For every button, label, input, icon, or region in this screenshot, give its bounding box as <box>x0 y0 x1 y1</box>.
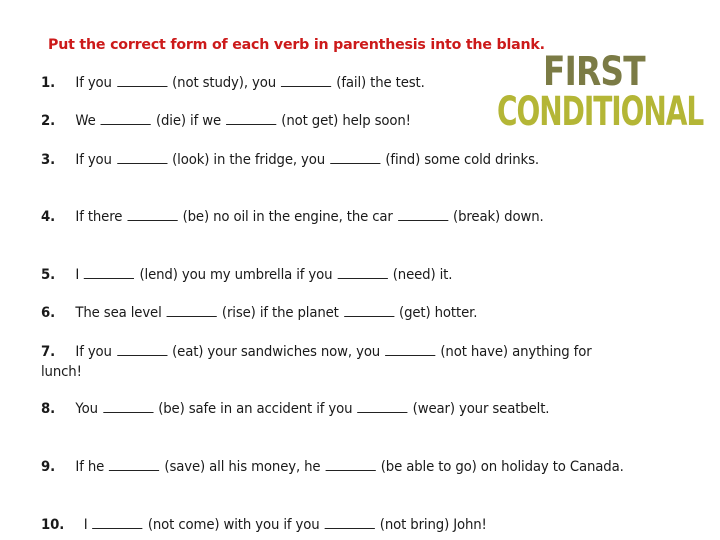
answer-blank[interactable] <box>337 266 388 279</box>
exercise-3: 3. If you (look) in the fridge, you (find… <box>41 151 599 171</box>
exercise-text-mid: (not study), you <box>172 75 277 91</box>
exercise-text-after: (wear) your seatbelt. <box>412 401 550 417</box>
exercise-1: 1. If you (not study), you (fail) the tes… <box>41 74 618 94</box>
answer-blank[interactable] <box>166 304 217 317</box>
exercise-number: 8. <box>41 401 56 417</box>
answer-blank[interactable] <box>324 516 375 529</box>
exercise-text-before: I <box>75 267 80 283</box>
exercise-text-before: We <box>75 113 96 129</box>
exercise-number: 3. <box>41 152 56 168</box>
exercise-text-mid: (lend) you my umbrella if you <box>139 267 333 283</box>
exercise-number: 10. <box>41 517 65 533</box>
exercise-number: 9. <box>41 459 56 475</box>
answer-blank[interactable] <box>109 458 160 471</box>
exercise-text-after: (get) hotter. <box>399 305 478 321</box>
exercise-text-mid: (die) if we <box>155 113 221 129</box>
exercise-text-mid: (save) all his money, he <box>164 459 321 475</box>
answer-blank[interactable] <box>127 208 178 221</box>
exercise-number: 6. <box>41 305 56 321</box>
exercise-text-after: (not get) help soon! <box>281 113 411 129</box>
exercise-text-before: If he <box>75 459 105 475</box>
exercise-text-after: (need) it. <box>392 267 453 283</box>
exercise-text-after: (be able to go) on holiday to Canada. <box>380 459 624 475</box>
exercise-text-before: If you <box>75 152 112 168</box>
exercise-text-after: (find) some cold drinks. <box>385 152 539 168</box>
exercise-text-before: You <box>75 401 98 417</box>
answer-blank[interactable] <box>226 112 277 125</box>
exercise-text-mid: (eat) your sandwiches now, you <box>172 344 381 360</box>
answer-blank[interactable] <box>116 151 168 164</box>
exercise-text-after: (break) down. <box>453 209 544 225</box>
answer-blank[interactable] <box>397 208 449 221</box>
instruction-heading: Put the correct form of each verb in par… <box>48 37 545 53</box>
exercise-text-mid: (rise) if the planet <box>221 305 339 321</box>
exercise-text-mid: (be) safe in an accident if you <box>158 401 353 417</box>
exercise-text-before: The sea level <box>75 305 162 321</box>
answer-blank[interactable] <box>84 266 135 279</box>
answer-blank[interactable] <box>343 304 395 317</box>
answer-blank[interactable] <box>92 516 143 529</box>
exercise-text-before: If you <box>75 344 112 360</box>
exercise-text-before: If there <box>75 209 123 225</box>
exercise-9: 9. If he (save) all his money, he (be abl… <box>41 458 625 478</box>
answer-blank[interactable] <box>100 112 151 125</box>
exercise-text-after: (fail) the test. <box>336 75 425 91</box>
exercise-text-after: (not bring) John! <box>379 517 487 533</box>
exercise-8: 8. You (be) safe in an accident if you (w… <box>41 400 608 420</box>
answer-blank[interactable] <box>281 74 332 87</box>
exercise-number: 4. <box>41 209 56 225</box>
exercise-text-before: If you <box>75 75 112 91</box>
exercise-number: 1. <box>41 75 56 91</box>
answer-blank[interactable] <box>325 458 376 471</box>
exercise-text-mid: (not come) with you if you <box>147 517 320 533</box>
exercise-text-before: I <box>83 517 88 533</box>
exercise-number: 7. <box>41 344 56 360</box>
answer-blank[interactable] <box>330 151 381 164</box>
exercise-number: 2. <box>41 113 56 129</box>
exercise-10: 10. I (not come) with you if you (not bri… <box>41 516 673 536</box>
exercise-text-mid: (be) no oil in the engine, the car <box>182 209 393 225</box>
answer-blank[interactable] <box>385 343 436 356</box>
exercise-5: 5. I (lend) you my umbrella if you (need)… <box>41 266 618 286</box>
answer-blank[interactable] <box>116 74 168 87</box>
answer-blank[interactable] <box>357 400 408 413</box>
exercise-7: 7. If you (eat) your sandwiches now, you … <box>41 343 636 382</box>
exercise-number: 5. <box>41 267 56 283</box>
exercise-6: 6. The sea level (rise) if the planet (ge… <box>41 304 618 324</box>
exercise-text-mid: (look) in the fridge, you <box>172 152 326 168</box>
answer-blank[interactable] <box>116 343 168 356</box>
answer-blank[interactable] <box>102 400 154 413</box>
exercise-4: 4. If there (be) no oil in the engine, th… <box>41 208 618 228</box>
exercise-2: 2. We (die) if we (not get) help soon! <box>41 112 618 132</box>
